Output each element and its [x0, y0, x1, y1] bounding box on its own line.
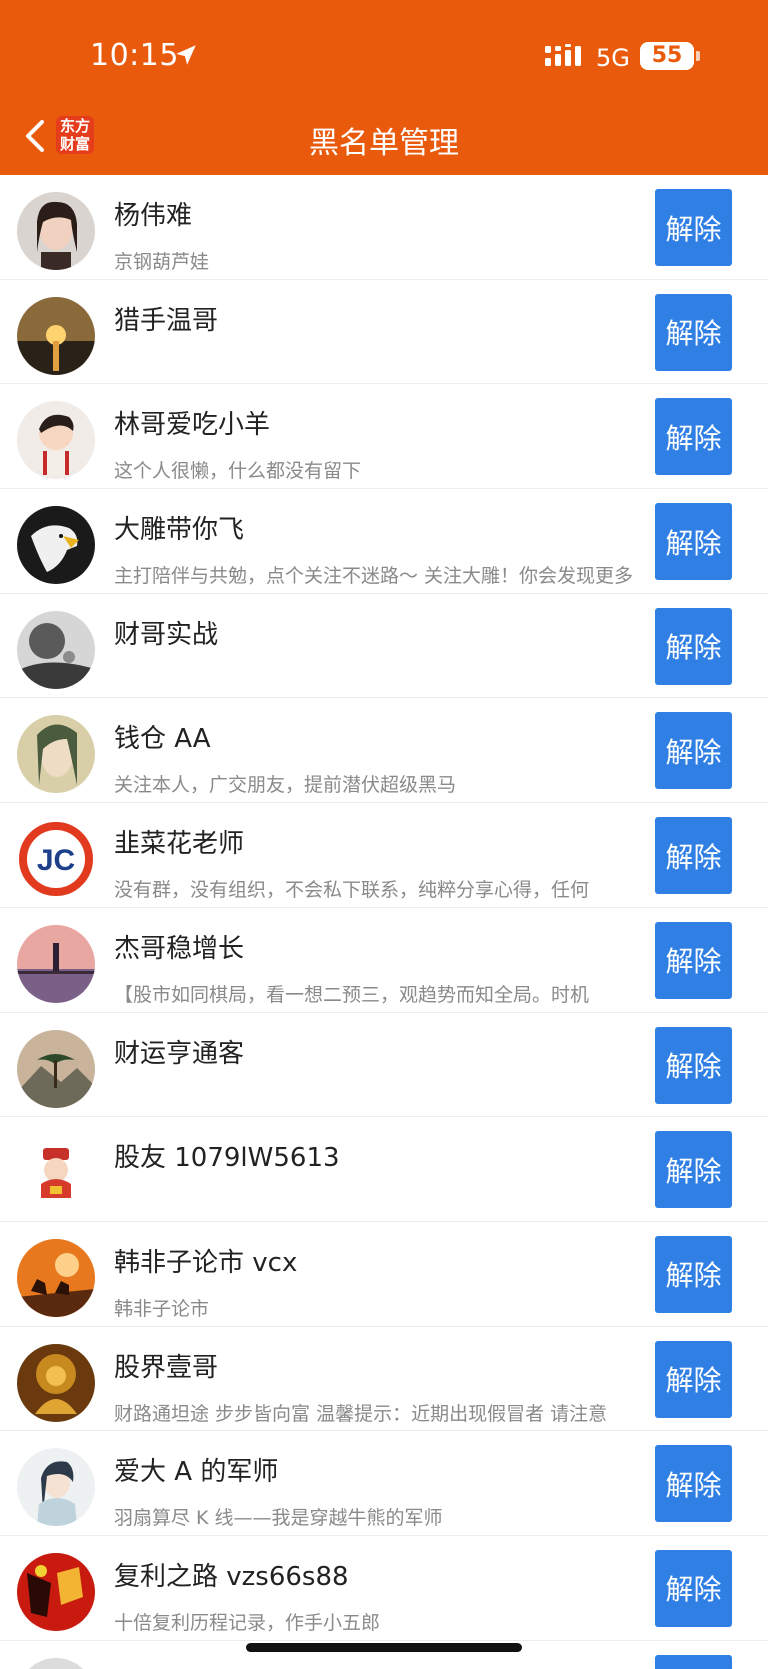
user-bio: 这个人很懒，什么都没有留下 — [114, 460, 362, 483]
battery-indicator: 55 — [640, 42, 694, 70]
list-item: 财哥实战 解除 — [0, 594, 768, 699]
list-item: 韩非子论市 vcx 韩非子论市 解除 — [0, 1222, 768, 1327]
golden-buddha-icon — [17, 1343, 95, 1422]
location-arrow-icon — [176, 45, 196, 65]
cellular-signal-icon — [545, 44, 581, 66]
home-indicator[interactable] — [246, 1643, 522, 1652]
list-item: JC 韭菜花老师 没有群，没有组织，不会私下联系，纯粹分享心得，任何 解除 — [0, 803, 768, 908]
avatar[interactable] — [17, 506, 95, 585]
user-name: 钱仓 AA — [114, 724, 211, 755]
page-title: 黑名单管理 — [309, 126, 459, 161]
avatar[interactable] — [17, 192, 95, 270]
user-name: 杰哥稳增长 — [114, 933, 245, 964]
pine-mountain-icon — [17, 1029, 95, 1108]
avatar[interactable]: JC — [17, 820, 95, 899]
woman-portrait-icon — [17, 192, 95, 270]
avatar[interactable] — [17, 1552, 95, 1631]
user-name: 财运亨通客 — [114, 1038, 245, 1069]
avatar[interactable] — [17, 1448, 95, 1527]
strategist-icon — [17, 1448, 95, 1527]
fortune-god-icon — [17, 1134, 95, 1213]
user-bio: 羽扇算尽 K 线——我是穿越牛熊的军师 — [114, 1507, 443, 1530]
jc-logo-icon: JC — [17, 820, 95, 899]
user-bio: 财路通坦途 步步皆向富 温馨提示：近期出现假冒者 请注意 — [114, 1402, 608, 1425]
unblock-button[interactable]: 解除 — [655, 1131, 732, 1209]
user-name: 韭菜花老师 — [114, 829, 245, 860]
user-bio: 韩非子论市 — [114, 1297, 210, 1320]
unblock-button[interactable]: 解除 — [655, 607, 732, 685]
list-item: 财运亨通客 解除 — [0, 1013, 768, 1118]
user-bio: 没有群，没有组织，不会私下联系，纯粹分享心得，任何 — [114, 879, 590, 902]
avatar[interactable] — [17, 401, 95, 480]
anime-face-icon — [17, 715, 95, 794]
horsemen-sunset-icon — [17, 1238, 95, 1317]
lighthouse-icon — [17, 924, 95, 1003]
unblock-button[interactable]: 解除 — [655, 817, 732, 895]
user-bio: 主打陪伴与共勉，点个关注不迷路～ 关注大雕！你会发现更多 — [114, 565, 634, 588]
avatar[interactable] — [17, 1134, 95, 1213]
unblock-button[interactable]: 解除 — [655, 712, 732, 790]
avatar[interactable] — [17, 1657, 95, 1669]
ink-landscape-icon — [17, 610, 95, 689]
list-item: 股界壹哥 财路通坦途 步步皆向富 温馨提示：近期出现假冒者 请注意 解除 — [0, 1327, 768, 1432]
list-item: 猎手温哥 解除 — [0, 280, 768, 385]
list-item: 股友 1079lW5613 解除 — [0, 1117, 768, 1222]
unblock-button[interactable]: 解除 — [655, 503, 732, 581]
user-name: 爱大 A 的军师 — [114, 1457, 279, 1488]
unblock-button[interactable]: 解除 — [655, 1549, 732, 1627]
user-name: 韩非子论市 vcx — [114, 1247, 298, 1278]
unblock-button[interactable]: 解除 — [655, 398, 732, 476]
unblock-button[interactable]: 解除 — [655, 1235, 732, 1313]
unblock-button[interactable]: 解除 — [655, 1026, 732, 1104]
avatar[interactable] — [17, 1029, 95, 1108]
unblock-button[interactable]: 解除 — [655, 1340, 732, 1418]
list-item: 复利之路 vzs66s88 十倍复利历程记录，作手小五郎 解除 — [0, 1536, 768, 1641]
user-bio: 【股市如同棋局，看一想二预三，观趋势而知全局。时机 — [114, 983, 590, 1006]
status-time: 10:15 — [90, 38, 179, 73]
avatar[interactable] — [17, 924, 95, 1003]
user-bio: 十倍复利历程记录，作手小五郎 — [114, 1611, 381, 1634]
app-header: 10:15 5G 55 东方 财富 黑名单管理 — [0, 0, 768, 175]
red-warrior-icon — [17, 1552, 95, 1631]
user-name: 林哥爱吃小羊 — [114, 410, 271, 441]
user-bio: 京钢葫芦娃 — [114, 251, 210, 273]
avatar[interactable] — [17, 296, 95, 375]
user-name: 股界壹哥 — [114, 1352, 219, 1383]
unblock-button[interactable]: 解除 — [655, 1654, 732, 1669]
user-bio: 关注本人，广交朋友，提前潜伏超级黑马 — [114, 774, 457, 797]
avatar[interactable] — [17, 1238, 95, 1317]
list-item: 杨伟难 京钢葫芦娃 解除 — [0, 175, 768, 280]
avatar[interactable] — [17, 610, 95, 689]
jc-logo-text: JC — [37, 844, 75, 877]
list-item: 林哥爱吃小羊 这个人很懒，什么都没有留下 解除 — [0, 384, 768, 490]
list-item: 杰哥稳增长 【股市如同棋局，看一想二预三，观趋势而知全局。时机 解除 — [0, 908, 768, 1013]
user-name: 财哥实战 — [114, 619, 219, 650]
blacklist: 杨伟难 京钢葫芦娃 解除 猎手温哥 解除 林哥爱吃小羊 这个人很懒，什么都没有留… — [0, 175, 768, 1669]
network-type: 5G — [596, 44, 630, 72]
list-item: 爱大 A 的军师 羽扇算尽 K 线——我是穿越牛熊的军师 解除 — [0, 1431, 768, 1536]
avatar[interactable] — [17, 715, 95, 794]
user-name: 股友 1079lW5613 — [114, 1143, 340, 1174]
user-name: 猎手温哥 — [114, 305, 219, 336]
battery-nub — [696, 51, 700, 61]
unblock-button[interactable]: 解除 — [655, 189, 732, 266]
eagle-icon — [17, 506, 95, 585]
unblock-button[interactable]: 解除 — [655, 1445, 732, 1523]
user-name: 大雕带你飞 — [114, 515, 245, 546]
user-name: 复利之路 vzs66s88 — [114, 1561, 349, 1592]
partial-avatar-icon — [17, 1657, 95, 1669]
user-name: 杨伟难 — [114, 201, 193, 231]
sunset-sea-icon — [17, 296, 95, 375]
unblock-button[interactable]: 解除 — [655, 293, 732, 371]
list-item: 大雕带你飞 主打陪伴与共勉，点个关注不迷路～ 关注大雕！你会发现更多 解除 — [0, 489, 768, 594]
cartoon-boy-icon — [17, 401, 95, 480]
avatar[interactable] — [17, 1343, 95, 1422]
unblock-button[interactable]: 解除 — [655, 921, 732, 999]
list-item: 钱仓 AA 关注本人，广交朋友，提前潜伏超级黑马 解除 — [0, 698, 768, 804]
